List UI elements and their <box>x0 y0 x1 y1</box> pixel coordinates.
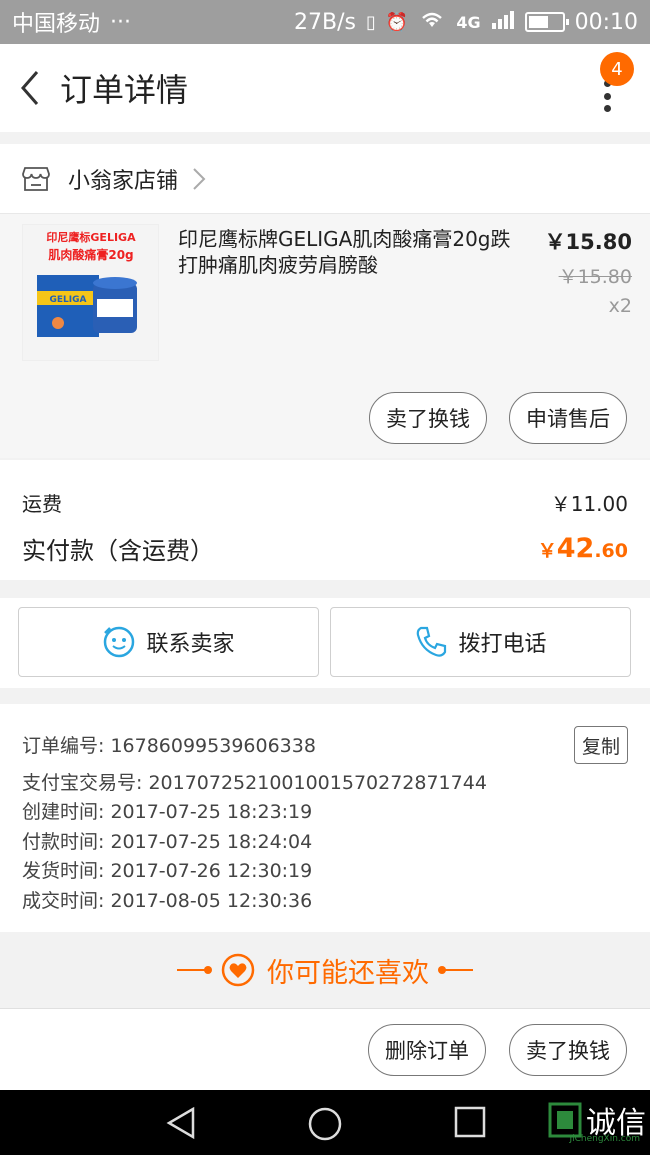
nav-home-icon[interactable] <box>307 1106 343 1142</box>
order-item: 印尼鹰标GELIGA 肌肉酸痛膏20g GELIGA 印尼鹰标牌GELIGA肌肉… <box>0 214 650 458</box>
completed-time: 成交时间: 2017-08-05 12:30:36 <box>22 889 313 912</box>
total-integer: 42 <box>556 533 595 564</box>
sell-item-button[interactable]: 卖了换钱 <box>369 392 487 444</box>
system-nav-bar: 诚信 JiChengXin.com <box>0 1090 650 1155</box>
carrier-label: 中国移动 <box>12 12 101 37</box>
order-info: 订单编号: 16786099539606338 支付宝交易号: 20170725… <box>0 704 650 932</box>
call-phone-button[interactable]: 拨打电话 <box>330 607 631 677</box>
watermark: 诚信 JiChengXin.com <box>548 1098 646 1144</box>
after-sale-button[interactable]: 申请售后 <box>509 392 627 444</box>
phone-icon <box>417 626 447 657</box>
chevron-right-icon <box>193 167 206 190</box>
chat-face-icon <box>104 626 135 658</box>
wifi-icon <box>418 9 446 35</box>
vibrate-icon: ▯ <box>366 11 376 33</box>
total-decimal: .60 <box>594 540 628 562</box>
back-icon[interactable] <box>0 44 60 132</box>
original-price: ￥15.80 <box>558 266 632 288</box>
delete-order-button[interactable]: 删除订单 <box>368 1024 486 1076</box>
product-image[interactable]: 印尼鹰标GELIGA 肌肉酸痛膏20g GELIGA <box>22 224 159 361</box>
recommend-title: 你可能还喜欢 <box>267 957 429 989</box>
nav-back-icon[interactable] <box>165 1106 197 1140</box>
quantity: x2 <box>608 295 632 317</box>
price-block: ￥15.80 ￥15.80 x2 <box>545 226 632 317</box>
store-icon <box>22 166 50 191</box>
signal-icon <box>491 9 515 35</box>
total-row: 实付款（含运费） ￥42.60 <box>22 531 628 566</box>
alarm-icon: ⏰ <box>385 11 409 33</box>
image-caption-line1: 印尼鹰标GELIGA <box>46 230 136 244</box>
status-bar: 中国移动 ··· 27B/s ▯ ⏰ 4G 00:10 <box>0 0 650 44</box>
sell-again-button[interactable]: 卖了换钱 <box>509 1024 627 1076</box>
contact-section: 联系卖家 拨打电话 <box>0 598 650 688</box>
image-box-label: GELIGA <box>50 295 87 305</box>
divider <box>438 966 473 974</box>
call-phone-label: 拨打电话 <box>458 632 547 657</box>
shipping-row: 运费 ￥11.00 <box>22 488 628 517</box>
copy-button[interactable]: 复制 <box>574 726 628 764</box>
bottom-action-bar: 删除订单 卖了换钱 <box>0 1008 650 1090</box>
recommend-header: 你可能还喜欢 <box>0 932 650 1008</box>
network-speed: 27B/s <box>294 9 356 35</box>
heart-icon <box>221 953 255 987</box>
network-type: 4G <box>456 12 481 32</box>
shop-name: 小翁家店铺 <box>68 168 179 194</box>
more-menu-button[interactable]: 4 <box>592 52 634 112</box>
shop-row[interactable]: 小翁家店铺 <box>0 144 650 214</box>
nav-bar: 订单详情 4 <box>0 44 650 132</box>
created-time: 创建时间: 2017-07-25 18:23:19 <box>22 801 313 824</box>
total-currency: ￥ <box>537 540 557 562</box>
image-caption-line2: 肌肉酸痛膏20g <box>47 247 133 262</box>
notification-badge: 4 <box>600 52 634 86</box>
page-title: 订单详情 <box>60 71 189 109</box>
shipped-time: 发货时间: 2017-07-26 12:30:19 <box>22 860 313 883</box>
total-amount: ￥42.60 <box>538 533 628 564</box>
battery-icon <box>524 12 569 32</box>
watermark-url: JiChengXin.com <box>569 1134 640 1144</box>
alipay-trade-number: 支付宝交易号: 2017072521001001570272871744 <box>22 771 487 794</box>
contact-seller-button[interactable]: 联系卖家 <box>18 607 319 677</box>
total-label: 实付款（含运费） <box>22 537 214 565</box>
shipping-value: ￥11.00 <box>550 492 628 516</box>
order-number: 订单编号: 16786099539606338 <box>22 735 316 757</box>
divider <box>177 966 212 974</box>
product-title[interactable]: 印尼鹰标牌GELIGA肌肉酸痛膏20g跌打肿痛肌肉疲劳肩膀酸 <box>178 226 518 278</box>
clock: 00:10 <box>574 9 638 35</box>
fees-section: 运费 ￥11.00 实付款（含运费） ￥42.60 <box>0 460 650 580</box>
current-price: ￥15.80 <box>544 230 632 254</box>
status-dots: ··· <box>110 9 131 35</box>
contact-seller-label: 联系卖家 <box>146 632 235 657</box>
nav-recents-icon[interactable] <box>454 1106 486 1138</box>
shipping-label: 运费 <box>22 492 62 516</box>
paid-time: 付款时间: 2017-07-25 18:24:04 <box>22 830 313 853</box>
